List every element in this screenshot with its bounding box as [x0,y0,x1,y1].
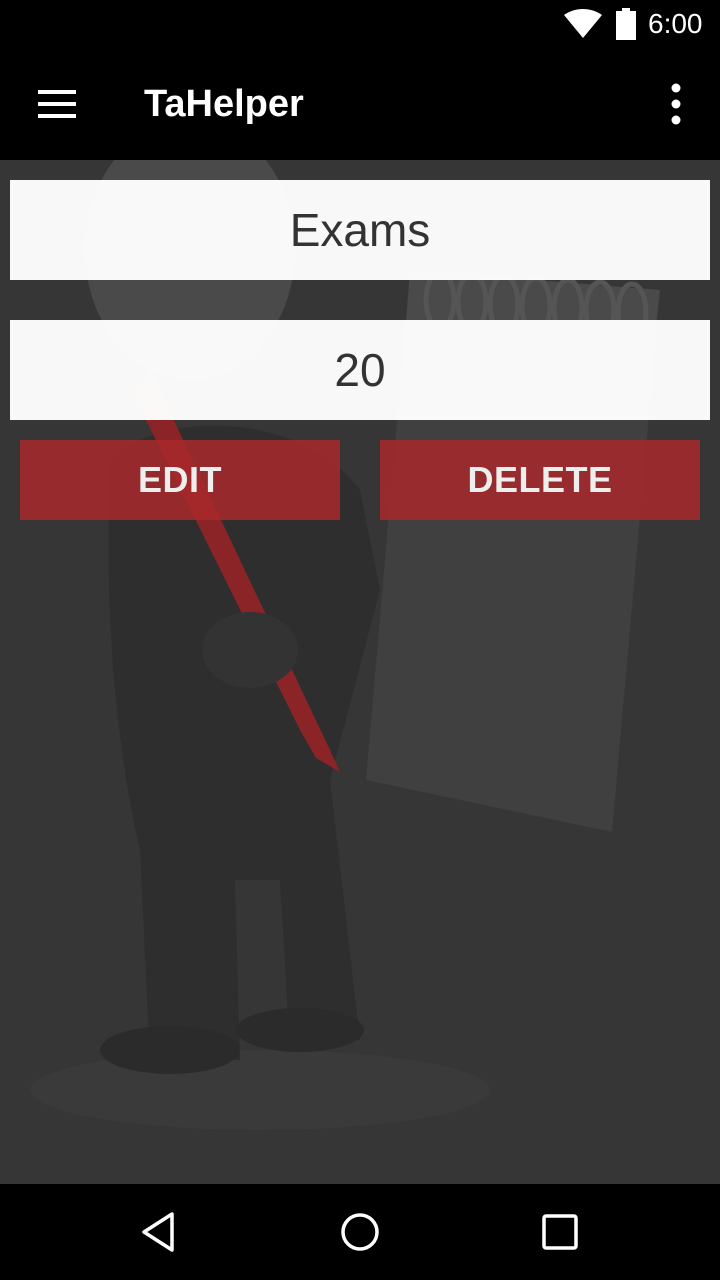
app-title: TaHelper [144,83,304,125]
status-time: 6:00 [648,8,703,39]
navigation-bar [0,1184,720,1280]
edit-button[interactable]: EDIT [20,440,340,520]
recent-apps-icon[interactable] [540,1212,580,1252]
item-value-field: 20 [10,320,710,420]
content-area: Exams 20 EDIT DELETE [0,160,720,1184]
wifi-icon [564,9,602,38]
battery-icon [616,8,636,40]
status-bar: 6:00 [0,0,720,48]
background-illustration [30,160,660,1130]
home-icon[interactable] [338,1210,382,1254]
delete-button[interactable]: DELETE [380,440,700,520]
screen: 6:00 TaHelper Exams 20 EDIT DELETE [0,0,720,1280]
back-icon[interactable] [138,1210,182,1254]
menu-icon[interactable] [28,76,84,132]
app-bar: TaHelper [0,48,720,160]
item-name-field: Exams [10,180,710,280]
overflow-menu-icon[interactable] [656,76,696,132]
